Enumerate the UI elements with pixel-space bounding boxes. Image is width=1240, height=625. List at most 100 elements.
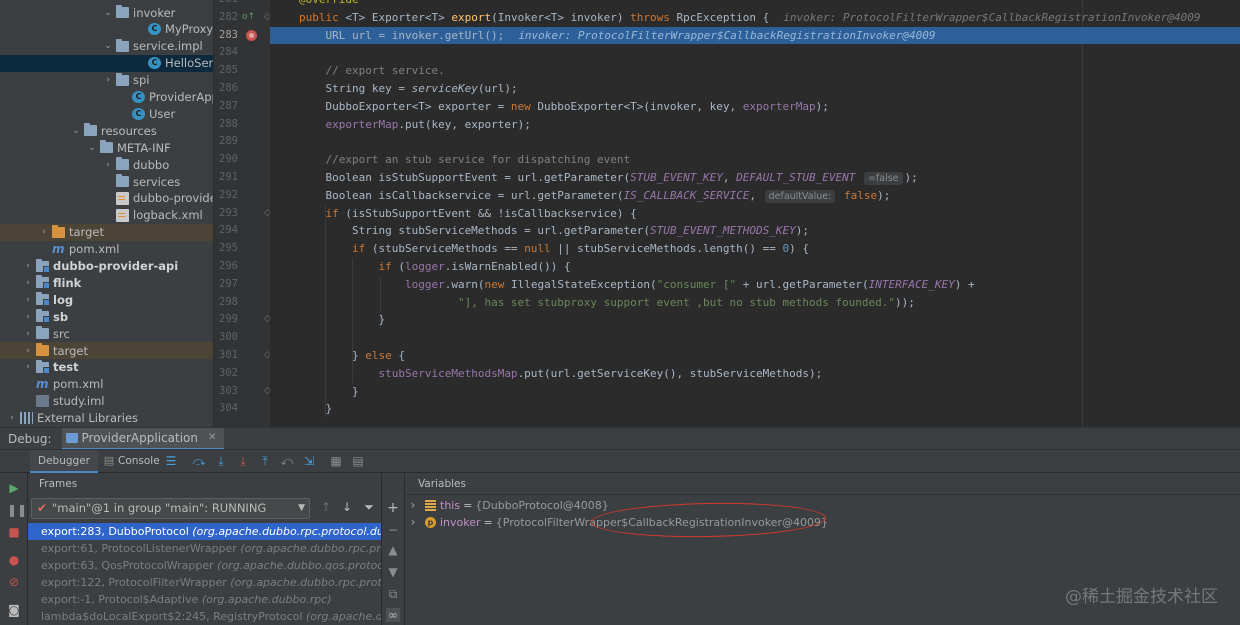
line-number[interactable]: 281: [214, 0, 238, 9]
line-number[interactable]: 294: [214, 222, 238, 240]
chevron-right-icon[interactable]: ›: [38, 227, 50, 237]
code-line[interactable]: String key = serviceKey(url);: [270, 80, 1240, 98]
trace-icon[interactable]: ▤: [351, 454, 365, 468]
duplicate-icon[interactable]: ⧉: [386, 587, 400, 602]
tree-item[interactable]: User: [0, 105, 213, 122]
arrow-up-icon[interactable]: ↑: [318, 500, 334, 514]
code-editor[interactable]: @Overridepublic <T> Exporter<T> export(I…: [270, 0, 1240, 427]
resume-icon[interactable]: ▶: [7, 481, 21, 495]
thread-selector[interactable]: ✔ "main"@1 in group "main": RUNNING ▼: [31, 498, 310, 519]
tree-item[interactable]: pom.xml: [0, 241, 213, 258]
line-number[interactable]: 299: [214, 311, 238, 329]
override-marker-icon[interactable]: o↑: [242, 12, 255, 22]
move-up-icon[interactable]: ▲: [386, 543, 400, 557]
tree-item[interactable]: services: [0, 173, 213, 190]
chevron-right-icon[interactable]: ›: [405, 497, 421, 514]
stack-frame[interactable]: export:122, ProtocolFilterWrapper (org.a…: [28, 574, 381, 591]
chevron-right-icon[interactable]: ›: [22, 329, 34, 339]
tree-item[interactable]: › target: [0, 223, 213, 241]
line-number[interactable]: 292: [214, 187, 238, 205]
chevron-right-icon[interactable]: ›: [22, 312, 34, 322]
chevron-right-icon[interactable]: ›: [22, 278, 34, 288]
tree-item[interactable]: › spi: [0, 72, 213, 89]
code-line[interactable]: }: [270, 400, 1240, 418]
tab-console[interactable]: Console: [118, 450, 160, 473]
tree-item[interactable]: HelloServiceI: [0, 54, 213, 72]
variable-row[interactable]: › this = {DubboProtocol@4008}: [405, 497, 609, 514]
filter-icon[interactable]: ⏷: [361, 500, 377, 515]
code-line[interactable]: @Override: [270, 0, 1240, 9]
editor-gutter[interactable]: 2812822832842852862872882892902912922932…: [213, 0, 271, 427]
code-line[interactable]: [270, 329, 1240, 347]
tree-item[interactable]: › target: [0, 342, 213, 359]
line-number[interactable]: 302: [214, 365, 238, 383]
line-number[interactable]: 298: [214, 294, 238, 312]
code-line[interactable]: exporterMap.put(key, exporter);: [270, 116, 1240, 134]
code-line[interactable]: // export service.: [270, 62, 1240, 80]
chevron-down-icon[interactable]: ⌄: [86, 143, 98, 153]
show-execution-point-icon[interactable]: ⤼: [192, 454, 206, 468]
line-number[interactable]: 286: [214, 80, 238, 98]
tree-item[interactable]: › test: [0, 359, 213, 376]
code-line[interactable]: //export an stub service for dispatching…: [270, 151, 1240, 169]
step-out-icon[interactable]: ⤒: [258, 454, 272, 468]
stack-frame[interactable]: export:61, ProtocolListenerWrapper (org.…: [28, 540, 381, 557]
line-number[interactable]: 283: [214, 27, 238, 45]
line-number[interactable]: 284: [214, 44, 238, 62]
glasses-icon[interactable]: ∞: [386, 608, 400, 622]
code-line[interactable]: }: [270, 311, 1240, 329]
project-tree[interactable]: ⌄ invoker MyProxyInvo ⌄ service.impl HelloSer…: [0, 0, 213, 427]
view-breakpoints-icon[interactable]: ●: [7, 553, 21, 567]
arrow-down-icon[interactable]: ↓: [339, 500, 355, 514]
run-to-cursor-icon[interactable]: ⇲: [302, 454, 316, 468]
chevron-down-icon[interactable]: ▼: [298, 499, 305, 518]
code-line[interactable]: public <T> Exporter<T> export(Invoker<T>…: [270, 9, 1240, 27]
tree-item[interactable]: ⌄ invoker: [0, 4, 213, 21]
add-watch-icon[interactable]: +: [386, 500, 400, 516]
tree-item[interactable]: dubbo-provider.xml: [0, 190, 213, 207]
pause-icon[interactable]: ❚❚: [7, 503, 27, 517]
chevron-down-icon[interactable]: ⌄: [70, 126, 82, 136]
code-line[interactable]: [270, 133, 1240, 151]
code-line[interactable]: stubServiceMethodsMap.put(url.getService…: [270, 365, 1240, 383]
chevron-right-icon[interactable]: ›: [102, 160, 114, 170]
tree-item[interactable]: › log: [0, 291, 213, 308]
stack-frame[interactable]: lambda$doLocalExport$2:245, RegistryProt…: [28, 608, 381, 625]
line-number[interactable]: 297: [214, 276, 238, 294]
line-number[interactable]: 282: [214, 9, 238, 27]
code-line[interactable]: "], has set stubproxy support event ,but…: [270, 294, 1240, 312]
tree-item[interactable]: › src: [0, 325, 213, 342]
mute-breakpoints-icon[interactable]: ⊘: [7, 575, 21, 589]
chevron-down-icon[interactable]: ⌄: [102, 8, 114, 18]
chevron-down-icon[interactable]: ⌄: [102, 41, 114, 51]
evaluate-expression-icon[interactable]: ▦: [329, 454, 343, 468]
tree-item[interactable]: › dubbo: [0, 156, 213, 173]
chevron-right-icon[interactable]: ›: [102, 75, 114, 85]
camera-icon[interactable]: ◙: [7, 603, 21, 617]
chevron-right-icon[interactable]: ›: [22, 346, 34, 356]
code-line[interactable]: Boolean isStubSupportEvent = url.getPara…: [270, 169, 1240, 187]
line-number[interactable]: 295: [214, 240, 238, 258]
chevron-right-icon[interactable]: ›: [405, 514, 421, 531]
tree-item[interactable]: ⌄ resources: [0, 122, 213, 139]
chevron-right-icon[interactable]: ›: [22, 295, 34, 305]
close-icon[interactable]: ✕: [208, 432, 216, 443]
stop-icon[interactable]: ■: [7, 525, 21, 539]
code-line[interactable]: } else {: [270, 347, 1240, 365]
chevron-right-icon[interactable]: ›: [6, 413, 18, 423]
execution-line[interactable]: URL url = invoker.getUrl(); invoker: Prot…: [270, 26, 1240, 45]
tree-item[interactable]: › External Libraries: [0, 410, 213, 427]
step-into-icon[interactable]: ⤓: [236, 454, 250, 468]
code-line[interactable]: if (stubServiceMethods == null || stubSe…: [270, 240, 1240, 258]
tree-item[interactable]: › flink: [0, 274, 213, 291]
line-number[interactable]: 289: [214, 133, 238, 151]
debug-session-tab[interactable]: ProviderApplication ✕: [61, 427, 225, 450]
stack-frame[interactable]: export:-1, Protocol$Adaptive (org.apache…: [28, 591, 381, 608]
remove-watch-icon[interactable]: −: [386, 523, 400, 537]
stack-frame[interactable]: export:283, DubboProtocol (org.apache.du…: [28, 523, 381, 540]
tree-item[interactable]: ⌄ META-INF: [0, 139, 213, 156]
step-over-icon[interactable]: ⤓: [214, 454, 228, 468]
move-down-icon[interactable]: ▼: [386, 565, 400, 579]
line-number[interactable]: 301: [214, 347, 238, 365]
tree-item[interactable]: pom.xml: [0, 376, 213, 393]
